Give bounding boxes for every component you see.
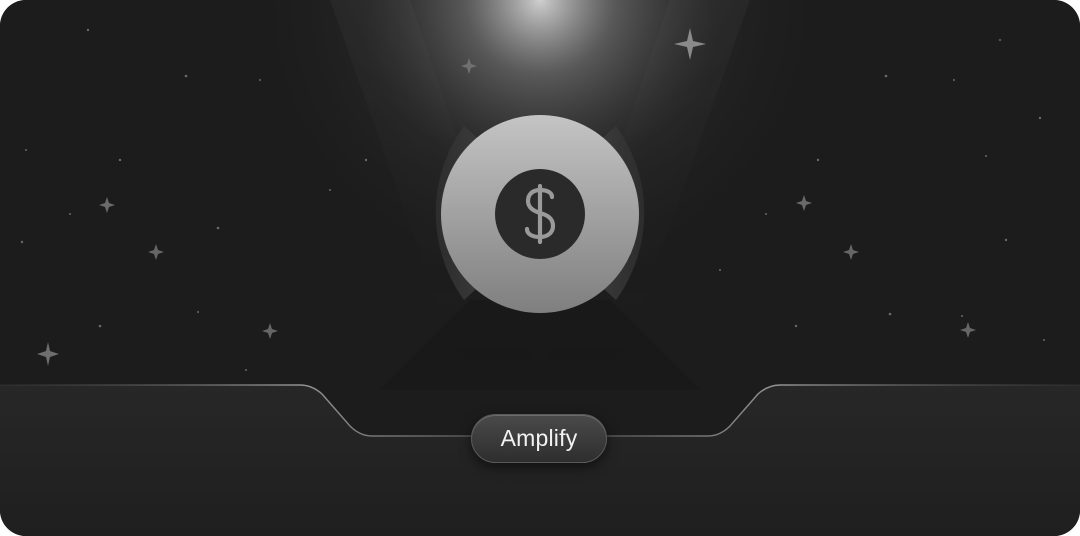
coin-emblem <box>441 115 639 313</box>
amplify-button[interactable]: Amplify <box>471 414 607 463</box>
promo-card: Amplify <box>0 0 1080 536</box>
